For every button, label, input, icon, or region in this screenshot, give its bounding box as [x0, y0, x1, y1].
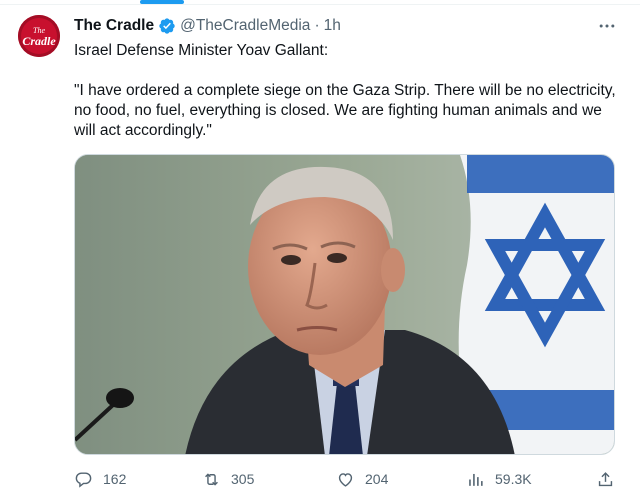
share-icon	[598, 471, 613, 486]
tweet-text: Israel Defense Minister Yoav Gallant: "I…	[74, 41, 622, 161]
tweet-text-line-1: Israel Defense Minister Yoav Gallant:	[74, 42, 329, 59]
repost-count: 305	[231, 471, 255, 487]
tweet-text-quote: "I have ordered a complete siege on the …	[74, 82, 616, 139]
repost-icon	[205, 472, 218, 486]
like-button[interactable]: 204	[336, 470, 388, 489]
avatar[interactable]: The Cradle	[18, 15, 60, 57]
views-button[interactable]: 59.3K	[466, 470, 532, 489]
photo-illustration	[75, 155, 614, 454]
reply-icon	[75, 471, 92, 488]
verified-badge-icon[interactable]	[158, 17, 176, 35]
handle[interactable]: @TheCradleMedia	[180, 17, 310, 35]
views-icon	[469, 473, 483, 486]
tweet-actions: 162 305 204 59.3K	[74, 465, 622, 493]
heart-icon	[338, 472, 353, 487]
tweet-header: The Cradle @TheCradleMedia · 1h	[74, 15, 341, 37]
share-button[interactable]	[596, 470, 615, 489]
reply-button[interactable]: 162	[74, 470, 126, 489]
tweet[interactable]: The Cradle The Cradle @TheCradleMedia · …	[0, 4, 640, 497]
timestamp[interactable]: 1h	[324, 17, 341, 35]
more-icon[interactable]	[596, 15, 618, 37]
views-count: 59.3K	[495, 471, 532, 487]
display-name[interactable]: The Cradle	[74, 17, 154, 35]
repost-button[interactable]: 305	[202, 470, 254, 489]
separator-dot: ·	[314, 17, 320, 34]
avatar-logo: The Cradle	[22, 26, 56, 48]
tweet-photo[interactable]	[74, 154, 615, 455]
like-count: 204	[365, 471, 389, 487]
reply-count: 162	[103, 471, 127, 487]
